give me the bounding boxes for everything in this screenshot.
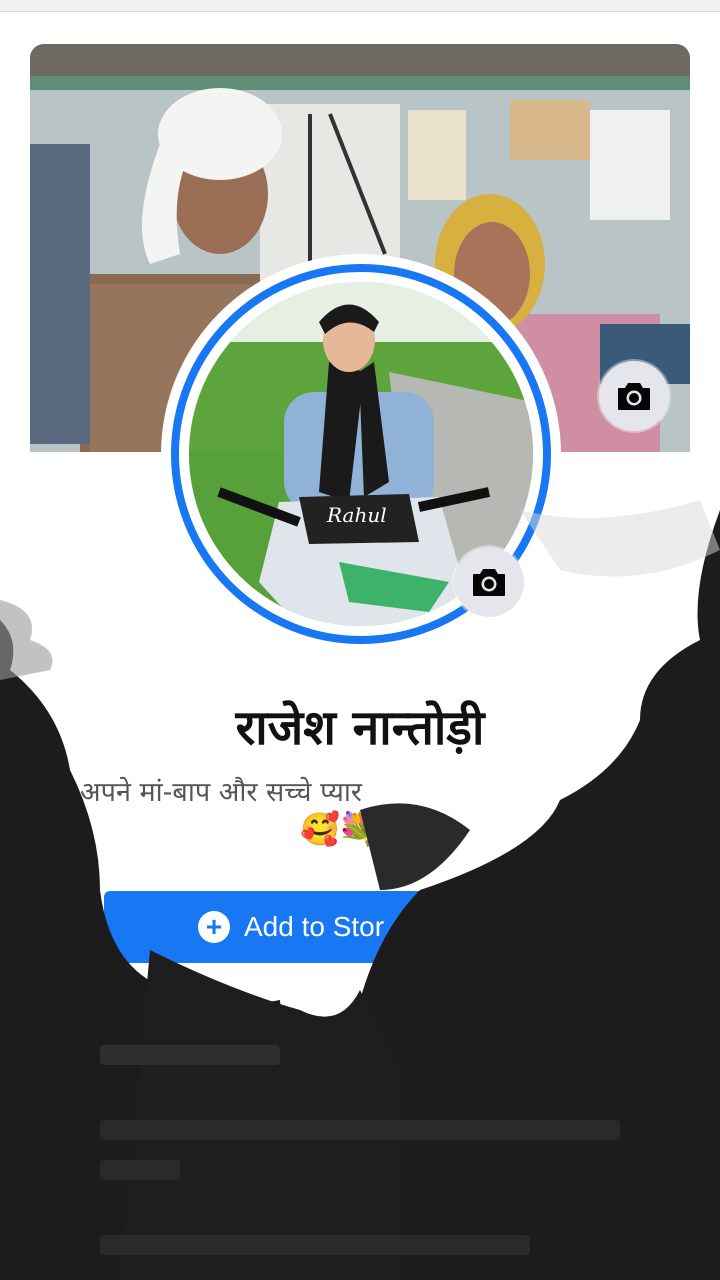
bio-emojis: 🥰💐❤️ <box>300 810 416 848</box>
cover-camera-button[interactable] <box>599 361 669 431</box>
profile-bio: अपने मां-बाप और सच्चे प्यार <box>80 777 362 808</box>
add-to-story-button[interactable]: + Add to Stor <box>104 891 504 963</box>
plus-circle-icon: + <box>198 911 230 943</box>
status-divider <box>0 0 720 12</box>
add-to-story-label: Add to Stor <box>244 911 385 942</box>
camera-icon <box>473 569 505 596</box>
camera-icon <box>618 383 650 410</box>
profile-camera-button[interactable] <box>454 547 524 617</box>
bike-label: Rahul <box>326 503 387 527</box>
profile-name: राजेश नान्तोड़ी <box>235 700 485 756</box>
